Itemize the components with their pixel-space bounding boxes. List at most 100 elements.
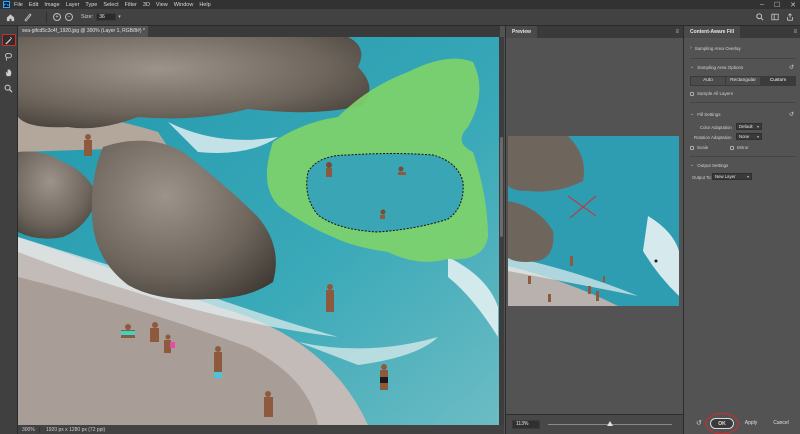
window-controls: – ☐ ✕ [760,0,796,9]
chevron-down-icon: ⌄ [690,111,695,117]
divider [690,156,796,157]
reset-all-icon[interactable]: ↺ [696,419,702,427]
menu-3d[interactable]: 3D [143,2,150,8]
reset-icon[interactable]: ↺ [789,64,794,71]
size-label: Size: [81,14,94,20]
menu-select[interactable]: Select [103,2,118,8]
tab-strip [148,26,500,37]
tools-panel [0,26,18,434]
subtract-from-area-icon[interactable]: − [65,13,73,21]
menu-file[interactable]: File [14,2,23,8]
output-to-dropdown[interactable]: New Layer ▾ [712,173,752,180]
divider [690,102,796,103]
preview-image [508,136,679,306]
color-adaptation-label: Color Adaptation [700,125,732,130]
scale-checkbox[interactable]: Scale [690,145,708,150]
rotation-adaptation-value: None [739,134,750,139]
document-info: 1920 px x 1280 px (72 ppi) [46,426,106,433]
maximize-button[interactable]: ☐ [774,1,780,9]
divider [690,58,796,59]
sampling-options-label: Sampling Area Options [697,64,744,70]
chevron-down-icon: ⌄ [690,64,695,70]
document-canvas[interactable] [18,37,499,425]
sampling-overlay-label: Sampling Area Overlay [694,45,741,51]
menu-image[interactable]: Image [44,2,59,8]
menu-edit[interactable]: Edit [29,2,38,8]
menu-bar: Ps File Edit Image Layer Type Select Fil… [0,0,800,9]
chevron-down-icon: ▾ [746,174,749,179]
checkbox-box [690,91,694,96]
content-aware-fill-tab[interactable]: Content-Aware Fill [684,26,741,38]
chevron-down-icon: ▾ [756,134,759,139]
add-to-area-icon[interactable]: + [53,13,61,21]
home-icon[interactable] [4,11,16,23]
beach-photo [18,37,499,425]
mirror-label: Mirror [737,145,749,150]
preview-panel: Preview ≡ 113% [505,26,683,434]
output-to-value: New Layer [715,174,736,179]
hand-tool-icon[interactable] [2,66,16,78]
brush-tool-preset-icon[interactable] [22,11,34,23]
menu-type[interactable]: Type [85,2,97,8]
panel-menu-icon[interactable]: ≡ [793,26,797,38]
lasso-tool-icon[interactable] [2,50,16,62]
zoom-slider-thumb[interactable] [607,421,613,426]
sampling-brush-tool-icon[interactable] [1,34,16,46]
minimize-button[interactable]: – [760,1,764,8]
preview-footer: 113% [506,414,683,434]
scrollbar-thumb[interactable] [500,137,503,237]
chevron-down-icon[interactable]: ▾ [118,14,121,20]
size-input[interactable]: 36 [96,13,117,21]
scale-label: Scale [697,145,709,150]
document-tab-title: sea-gifcd5c3c4f_1920.jpg @ 300% (Layer 1… [22,28,145,34]
segment-auto[interactable]: Auto [691,77,726,85]
color-adaptation-value: Default [739,124,753,129]
ok-button[interactable]: OK [710,418,734,429]
sample-all-layers-checkbox[interactable]: Sample All Layers [690,91,733,96]
cancel-button[interactable]: Cancel [768,418,794,429]
search-icon[interactable] [756,12,764,23]
chevron-right-icon: › [690,45,692,51]
reset-icon[interactable]: ↺ [789,111,794,118]
zoom-tool-icon[interactable] [2,82,16,94]
sampling-overlay-section[interactable]: › Sampling Area Overlay [690,45,741,51]
caf-footer: ↺ OK Apply Cancel [684,413,800,434]
status-bar: 300% 1920 px x 1280 px (72 ppi) [18,425,504,434]
checkbox-box [690,145,694,150]
share-icon[interactable] [786,12,794,23]
preview-tab[interactable]: Preview [506,26,537,38]
color-adaptation-dropdown[interactable]: Default ▾ [736,123,762,130]
menu-layer[interactable]: Layer [66,2,80,8]
rotation-adaptation-label: Rotation Adaptation [694,135,732,140]
separator [46,11,47,23]
output-settings-label: Output Settings [697,162,729,168]
apply-button[interactable]: Apply [740,418,762,429]
options-bar: + − Size: 36 ▾ [0,9,800,26]
menu-window[interactable]: Window [174,2,194,8]
sampling-options-section[interactable]: ⌄ Sampling Area Options [690,64,743,70]
menu-view[interactable]: View [156,2,168,8]
preview-tab-bar: Preview ≡ [506,26,683,38]
document-tab[interactable]: sea-gifcd5c3c4f_1920.jpg @ 300% (Layer 1… [18,26,148,37]
menu-help[interactable]: Help [199,2,210,8]
fill-settings-section[interactable]: ⌄ Fill Settings [690,111,720,117]
output-settings-section[interactable]: ⌄ Output Settings [690,162,728,168]
preview-zoom-input[interactable]: 113% [512,420,540,429]
zoom-readout[interactable]: 300% [18,426,40,433]
vertical-scrollbar[interactable] [499,37,504,425]
workspace-icon[interactable] [771,13,779,23]
segment-rectangular[interactable]: Rectangular [726,77,761,85]
options-right-icons [756,9,794,26]
content-aware-fill-panel: Content-Aware Fill ≡ › Sampling Area Ove… [683,26,800,434]
close-window-button[interactable]: ✕ [790,1,796,9]
sampling-mode-segmented: Auto Rectangular Custom [690,76,796,86]
segment-custom[interactable]: Custom [761,77,795,85]
fill-settings-label: Fill Settings [697,111,721,117]
caf-tab-bar: Content-Aware Fill ≡ [684,26,800,38]
checkbox-box [730,145,734,150]
menu-filter[interactable]: Filter [125,2,137,8]
chevron-down-icon: ⌄ [690,162,695,168]
panel-menu-icon[interactable]: ≡ [675,26,679,38]
rotation-adaptation-dropdown[interactable]: None ▾ [736,133,762,140]
mirror-checkbox[interactable]: Mirror [730,145,749,150]
